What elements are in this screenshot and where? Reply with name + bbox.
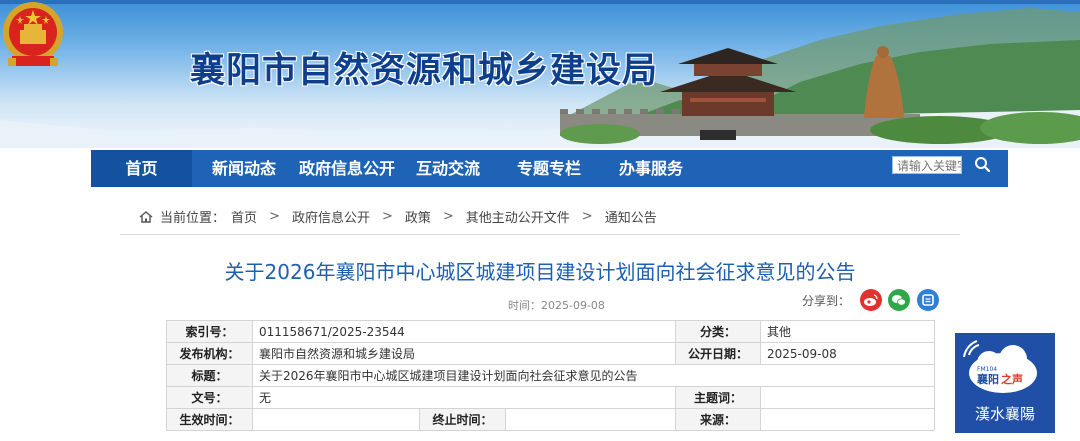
topic-value <box>760 386 935 409</box>
docno-label: 文号： <box>166 386 253 409</box>
nav-item-home[interactable]: 首页 <box>91 150 192 187</box>
topic-label: 主题词： <box>675 386 761 409</box>
category-label: 分类： <box>675 320 761 343</box>
wechat-icon[interactable] <box>888 289 910 311</box>
nav-item-topics[interactable]: 专题专栏 <box>517 150 581 187</box>
category-value: 其他 <box>760 320 935 343</box>
share-label: 分享到： <box>802 294 851 308</box>
breadcrumb-item-policy[interactable]: 政策 <box>405 207 431 226</box>
nav-item-services[interactable]: 办事服务 <box>619 150 683 187</box>
breadcrumb-item-other-files[interactable]: 其他主动公开文件 <box>466 207 570 226</box>
table-row: 生效时间： 终止时间： 来源： <box>166 408 935 431</box>
widget-motto: 漢水襄陽 <box>975 405 1035 423</box>
breadcrumb-separator: > <box>269 209 280 224</box>
nav-item-gov-info[interactable]: 政府信息公开 <box>299 150 395 187</box>
fm-label: FM104 <box>977 366 997 373</box>
pubdate-value: 2025-09-08 <box>760 342 935 365</box>
breadcrumb-item-notices[interactable]: 通知公告 <box>605 207 657 226</box>
radio-broadcast-icon: FM104 襄阳 之声 漢水襄陽 <box>963 340 1037 423</box>
breadcrumb-divider <box>120 234 960 235</box>
publisher-value: 襄阳市自然资源和城乡建设局 <box>252 342 676 365</box>
pubdate-label: 公开日期： <box>675 342 761 365</box>
table-row: 发布机构： 襄阳市自然资源和城乡建设局 公开日期： 2025-09-08 <box>166 342 935 365</box>
national-emblem-icon <box>3 2 63 66</box>
breadcrumb-separator: > <box>442 209 454 224</box>
effective-value <box>252 408 420 431</box>
search-input[interactable] <box>897 158 961 173</box>
search-icon[interactable] <box>964 153 1000 175</box>
breadcrumb-prefix: 当前位置： <box>160 211 226 226</box>
breadcrumb: 当前位置： 首页 > 政府信息公开 > 政策 > 其他主动公开文件 > 通知公告 <box>138 207 657 227</box>
index-label: 索引号： <box>166 320 253 343</box>
effective-label: 生效时间： <box>166 408 253 431</box>
home-icon <box>139 210 153 223</box>
breadcrumb-separator: > <box>381 209 393 224</box>
breadcrumb-separator: > <box>581 209 593 224</box>
nav-item-interaction[interactable]: 互动交流 <box>416 150 480 187</box>
document-metadata-table: 索引号： 011158671/2025-23544 分类： 其他 发布机构： 襄… <box>166 320 935 431</box>
table-row: 索引号： 011158671/2025-23544 分类： 其他 <box>166 320 935 343</box>
qzone-icon[interactable] <box>917 289 939 311</box>
site-title: 襄阳市自然资源和城乡建设局 <box>190 51 659 91</box>
brand-zhisheng: 之声 <box>1001 372 1023 386</box>
end-time-value <box>505 408 676 431</box>
brand-xiangyang: 襄阳 <box>976 372 999 386</box>
nav-item-news[interactable]: 新闻动态 <box>212 150 276 187</box>
source-value <box>760 408 935 431</box>
end-time-label: 终止时间： <box>419 408 506 431</box>
title-label: 标题： <box>166 364 253 387</box>
title-value: 关于2026年襄阳市中心城区城建项目建设计划面向社会征求意见的公告 <box>252 364 935 387</box>
xiangyang-voice-widget[interactable]: FM104 襄阳 之声 漢水襄陽 <box>955 333 1055 433</box>
main-navbar: 首页 新闻动态 政府信息公开 互动交流 专题专栏 办事服务 <box>91 150 1008 187</box>
table-row: 文号： 无 主题词： <box>166 386 935 409</box>
index-value: 011158671/2025-23544 <box>252 320 676 343</box>
breadcrumb-item-gov-info[interactable]: 政府信息公开 <box>292 207 370 226</box>
breadcrumb-item-home[interactable]: 首页 <box>231 207 257 226</box>
header-banner: 襄阳市自然资源和城乡建设局 <box>0 0 1080 148</box>
table-row: 标题： 关于2026年襄阳市中心城区城建项目建设计划面向社会征求意见的公告 <box>166 364 935 387</box>
article-time: 时间：2025-09-08 <box>508 299 605 312</box>
publisher-label: 发布机构： <box>166 342 253 365</box>
search-input-wrapper <box>892 156 962 174</box>
docno-value: 无 <box>252 386 676 409</box>
article-title: 关于2026年襄阳市中心城区城建项目建设计划面向社会征求意见的公告 <box>224 260 856 284</box>
weibo-icon[interactable] <box>860 289 882 311</box>
source-label: 来源： <box>675 408 761 431</box>
